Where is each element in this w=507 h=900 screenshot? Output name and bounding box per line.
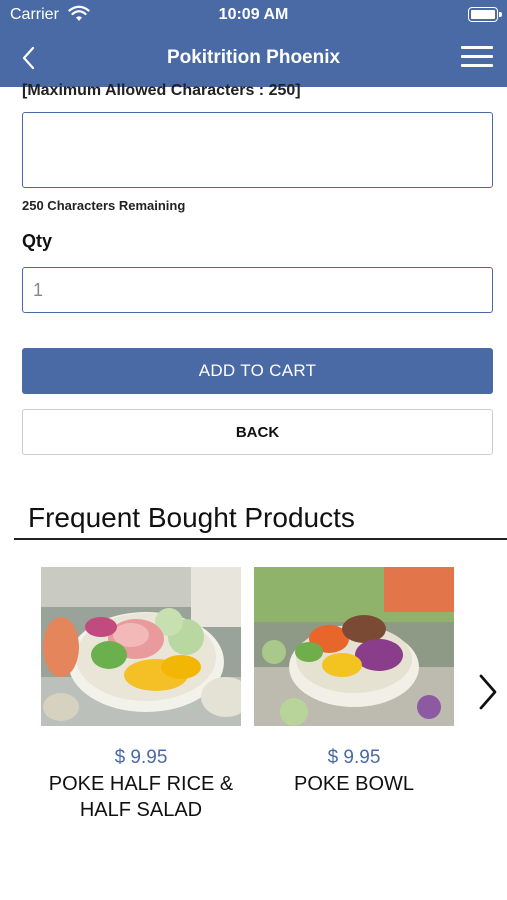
- characters-remaining-label: 250 Characters Remaining: [22, 198, 186, 213]
- status-bar: Carrier 10:09 AM: [0, 0, 507, 30]
- clock: 10:09 AM: [218, 6, 289, 23]
- max-characters-label: [Maximum Allowed Characters : 250]: [22, 82, 301, 99]
- back-button[interactable]: BACK: [22, 409, 493, 455]
- page-title: Pokitrition Phoenix: [166, 47, 341, 68]
- product-card[interactable]: $ 9.95 POKE BOWL: [254, 567, 454, 797]
- qty-input[interactable]: 1: [22, 267, 493, 313]
- battery-icon: [468, 7, 502, 22]
- chevron-right-icon[interactable]: [477, 672, 499, 712]
- product-name[interactable]: POKE HALF RICE & HALF SALAD: [41, 771, 241, 823]
- add-to-cart-button[interactable]: ADD TO CART: [22, 348, 493, 394]
- product-price: $ 9.95: [327, 747, 381, 768]
- navbar: Pokitrition Phoenix: [0, 38, 507, 78]
- top-bar: Carrier 10:09 AM Pokitrition Phoenix: [0, 0, 507, 87]
- frequent-bought-title: Frequent Bought Products: [28, 502, 355, 533]
- section-divider: [14, 538, 507, 540]
- poke-half-rice-half-salad-image[interactable]: [41, 567, 241, 726]
- product-price: $ 9.95: [114, 747, 168, 768]
- special-instructions-textarea[interactable]: [22, 112, 493, 188]
- menu-icon[interactable]: [461, 46, 493, 68]
- product-card[interactable]: $ 9.95 POKE HALF RICE & HALF SALAD: [41, 567, 241, 823]
- poke-bowl-image[interactable]: [254, 567, 454, 726]
- qty-label: Qty: [22, 231, 53, 251]
- product-name[interactable]: POKE BOWL: [254, 771, 454, 797]
